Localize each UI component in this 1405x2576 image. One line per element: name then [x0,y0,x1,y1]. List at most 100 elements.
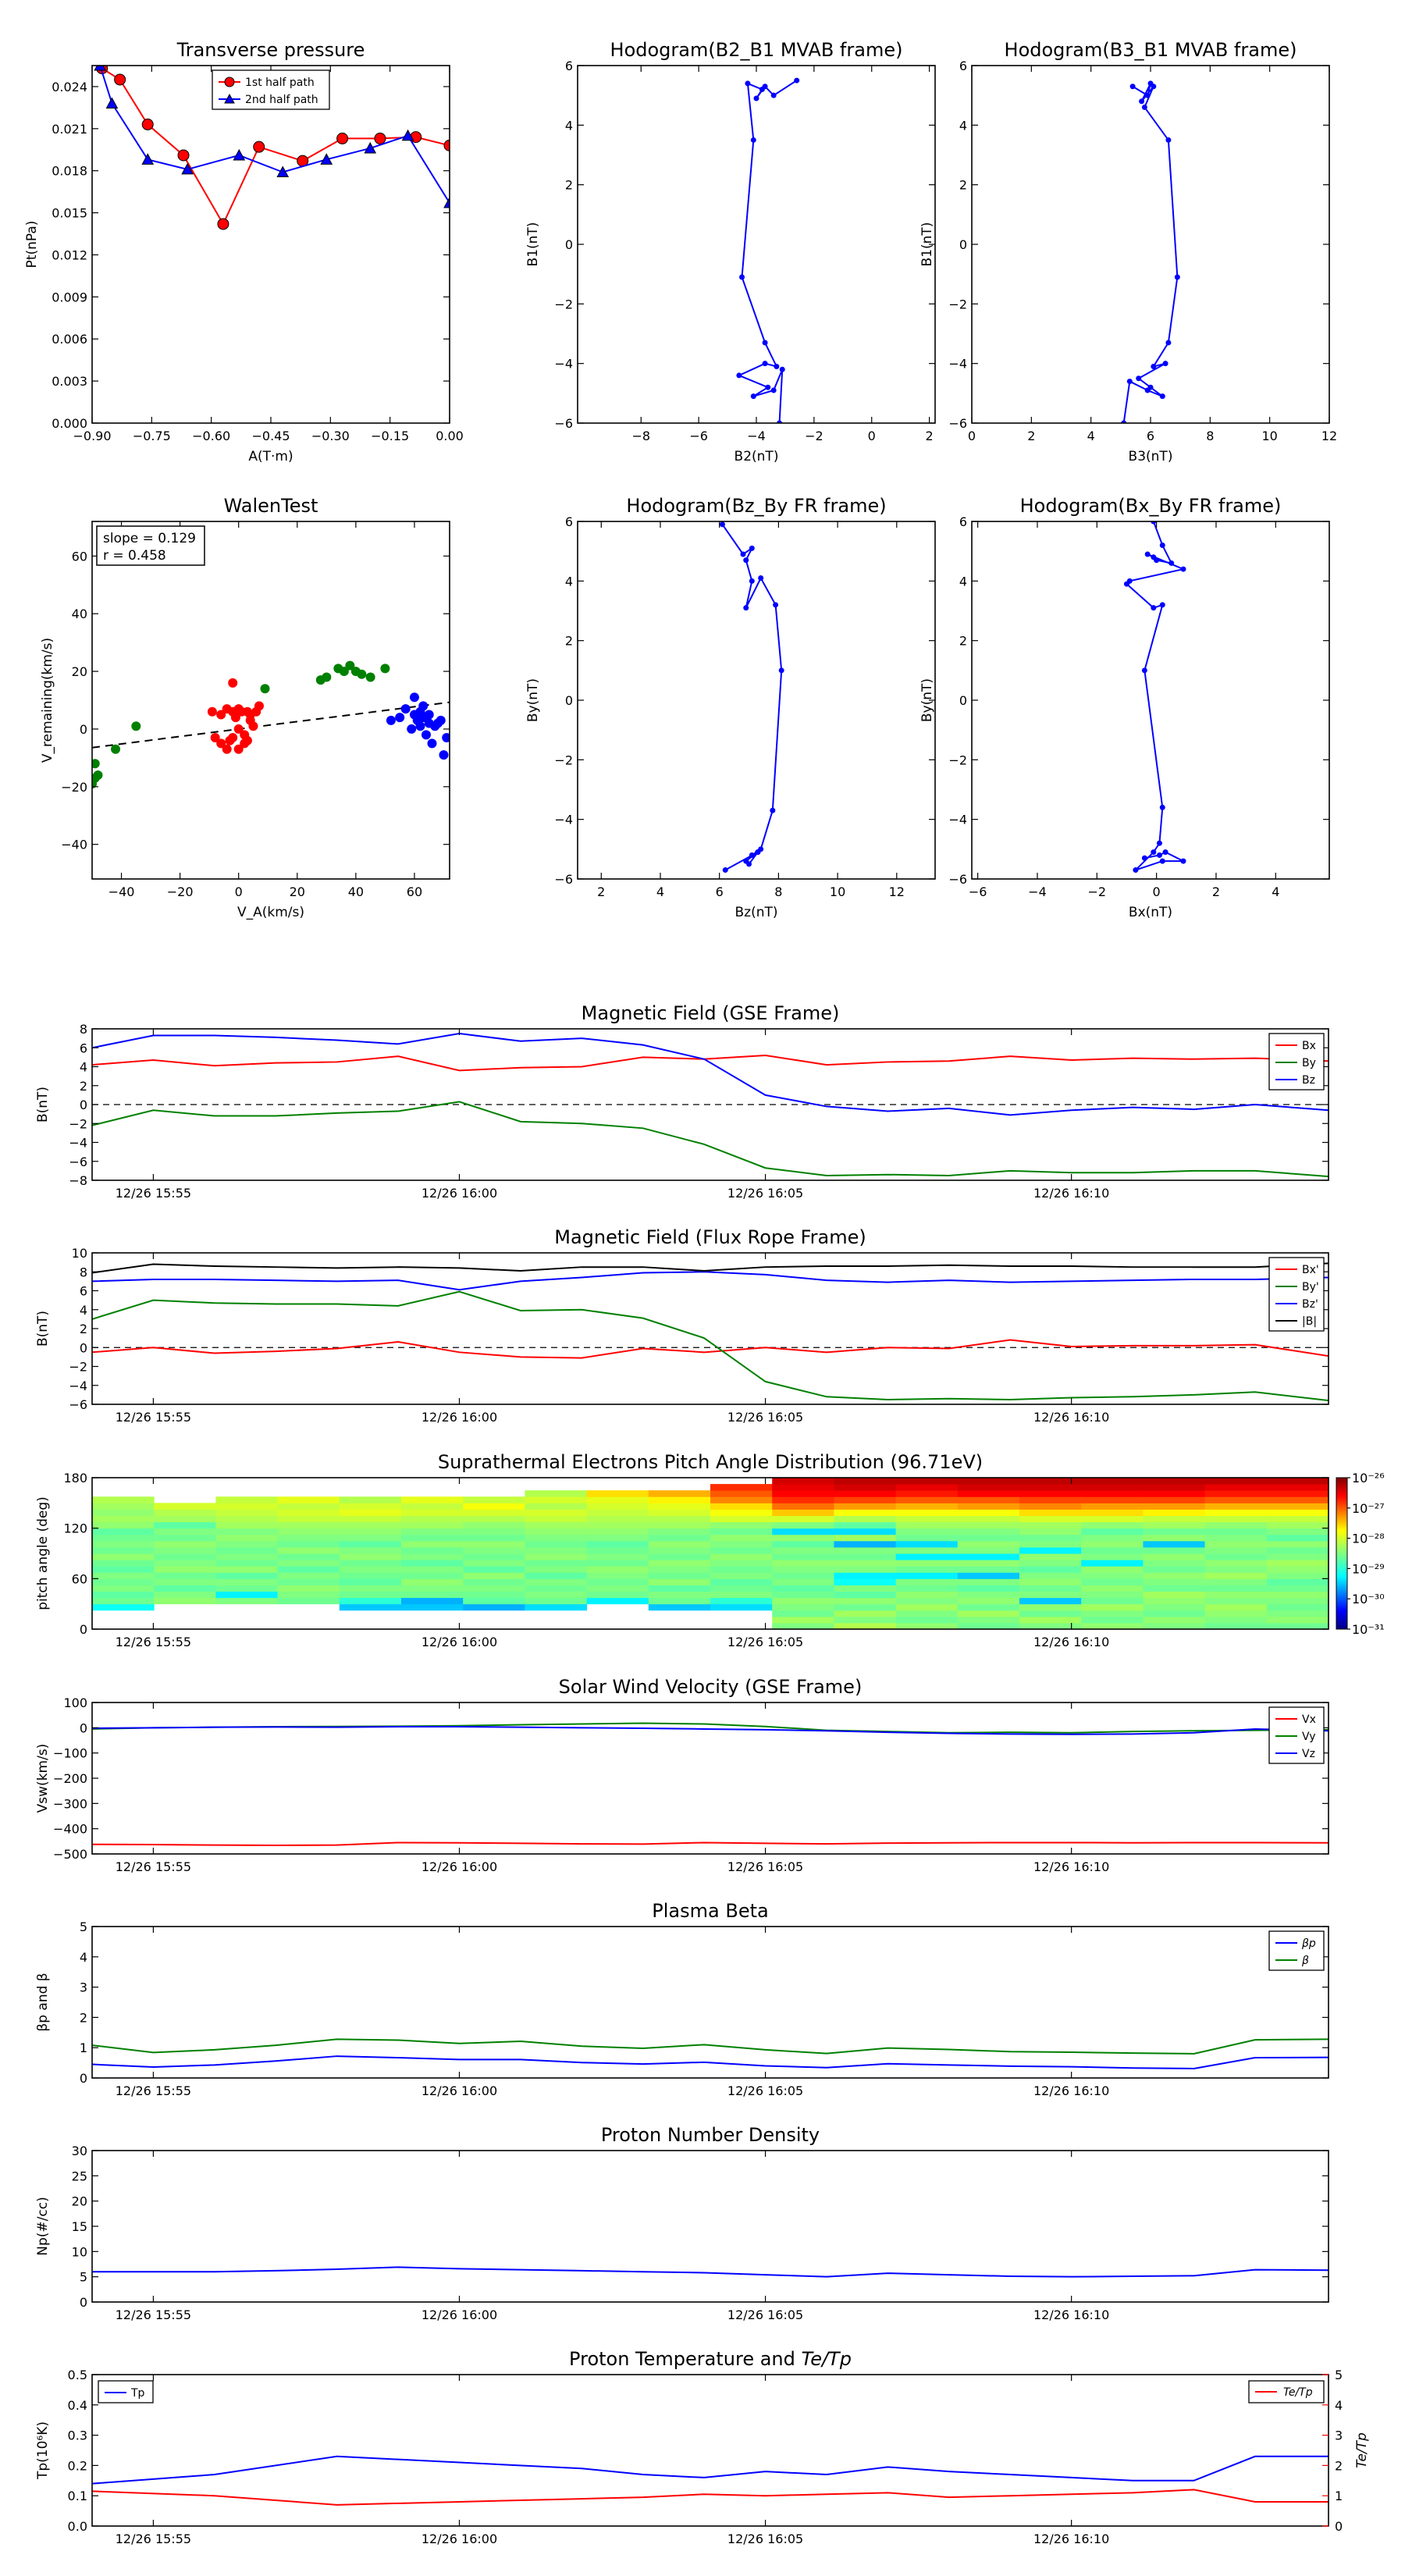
heatmap-cell [772,1490,834,1497]
data-point [1162,361,1168,367]
data-point [1151,84,1157,90]
heatmap-cell [710,1515,773,1523]
heatmap-cell [648,1540,711,1548]
heatmap-cell [895,1478,959,1485]
chart-title: Magnetic Field (GSE Frame) [582,1002,840,1024]
plot-frame [91,2150,1329,2303]
heatmap-cell [92,1534,155,1542]
colorbar-tick-label: 10⁻²⁸ [1352,1532,1385,1546]
heatmap-cell [1143,1572,1206,1579]
data-point [240,738,250,749]
heatmap-cell [1019,1616,1082,1624]
heatmap-cell [1143,1509,1206,1516]
heatmap-cell [277,1597,340,1605]
heatmap-cell [772,1478,834,1485]
y-right-tick-label: 3 [1335,2428,1343,2443]
data-point [739,274,745,280]
heatmap-cell [957,1616,1020,1624]
heatmap-cell [154,1509,216,1516]
y-tick-label: 0 [80,1340,87,1355]
heatmap-cell [834,1528,897,1535]
heatmap-cell [401,1603,464,1611]
heatmap-cell [1204,1572,1268,1579]
data-point [1165,340,1172,346]
heatmap-cell [648,1490,711,1497]
heatmap-cell [154,1546,216,1554]
y-tick-label: −4 [554,357,573,372]
heatmap-cell [525,1572,588,1579]
legend-marker [224,76,235,87]
heatmap-cell [772,1578,834,1585]
heatmap-cell [772,1546,834,1554]
heatmap-cell [1266,1503,1329,1510]
legend-label: Bx [1302,1040,1316,1052]
colorbar [1336,1477,1348,1630]
data-point [1159,602,1165,608]
heatmap-cell [1081,1597,1144,1605]
heatmap-cell [1081,1591,1144,1599]
data-point [1151,605,1157,611]
x-tick-label: 12/26 15:55 [116,1186,191,1201]
heatmap-cell [92,1509,155,1516]
heatmap-cell [586,1566,649,1573]
y-tick-label: 0.5 [68,2368,87,2382]
x-tick-label: 2 [926,429,934,443]
heatmap-cell [277,1496,340,1503]
heatmap-cell [339,1528,402,1535]
x-tick-label: 0 [968,429,976,443]
heatmap-cell [586,1560,649,1567]
y-tick-label: 40 [72,607,87,621]
heatmap-cell [463,1496,525,1503]
heatmap-cell [1266,1585,1329,1592]
heatmap-cell [586,1503,649,1510]
heatmap-cell [1204,1560,1268,1567]
chart-panel-6: Magnetic Field (GSE Frame) 12/26 15:55 12/… [35,1002,1329,1201]
data-point [1133,867,1139,873]
heatmap-cell [401,1521,464,1529]
heatmap-cell [525,1597,588,1605]
heatmap-cell [957,1603,1020,1611]
data-point [749,852,755,858]
y-tick-label: −2 [554,297,573,311]
y-axis-label: B(nT) [35,1311,51,1347]
heatmap-cell [1081,1484,1144,1491]
heatmap-cell [525,1553,588,1560]
heatmap-cell [895,1560,959,1567]
heatmap-cell [834,1521,897,1529]
heatmap-cell [1143,1616,1206,1624]
heatmap-cell [1019,1597,1082,1605]
heatmap-cell [277,1503,340,1510]
heatmap-cell [215,1597,279,1605]
data-point [740,551,746,557]
data-point [1144,551,1151,557]
y-tick-label: −2 [554,753,573,767]
data-point [779,366,785,372]
y-tick-label: 0 [565,693,573,708]
y-tick-label: 2 [80,1079,87,1094]
x-tick-label: 12/26 15:55 [116,1410,191,1425]
heatmap-cell [92,1566,155,1573]
heatmap-cell [1143,1503,1206,1510]
y-tick-label: 0 [959,693,967,708]
heatmap-cell [957,1585,1020,1592]
heatmap-cell [154,1597,216,1605]
x-tick-label: 12/26 16:00 [422,2532,497,2546]
y-axis-label: Tp(10⁶K) [35,2421,51,2480]
heatmap-cell [1266,1591,1329,1599]
heatmap-cell [1081,1560,1144,1567]
heatmap-cell [710,1591,773,1599]
series-line-0 [92,2055,1329,2069]
heatmap-cell [92,1578,155,1585]
x-tick-label: 12/26 16:10 [1033,1410,1109,1425]
heatmap-cell [772,1572,834,1579]
heatmap-cell [1266,1515,1329,1523]
heatmap-cell [1143,1560,1206,1567]
heatmap-cell [215,1572,279,1579]
heatmap-cell [1266,1560,1329,1567]
heatmap-cell [648,1496,711,1503]
x-tick-label: 8 [774,884,782,899]
x-tick-label: −0.45 [251,429,290,443]
y-tick-label: −6 [69,1155,87,1169]
series-line-0 [1126,521,1186,871]
data-point [770,387,777,393]
